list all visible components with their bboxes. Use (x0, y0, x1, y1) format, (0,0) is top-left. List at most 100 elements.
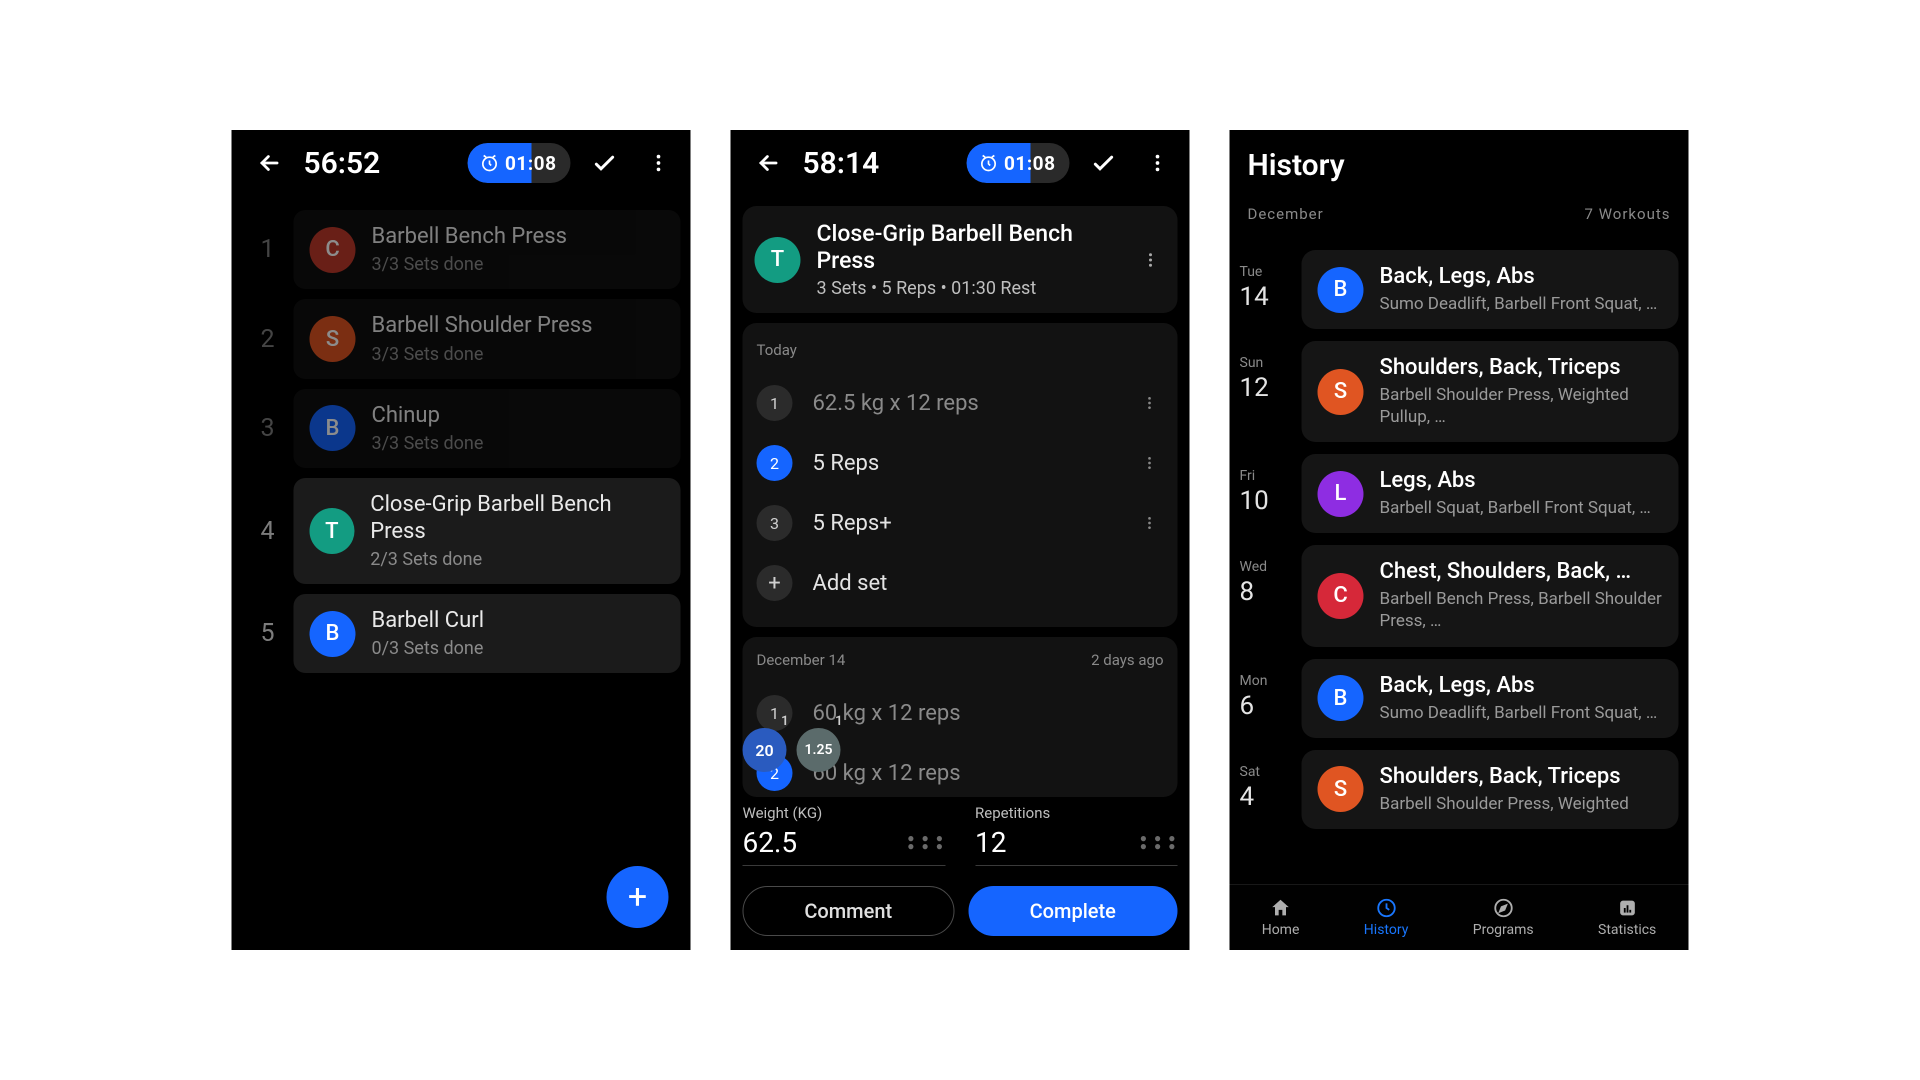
nav-programs[interactable]: Programs (1473, 897, 1534, 938)
overflow-icon[interactable] (1142, 455, 1164, 471)
add-exercise-fab[interactable]: + (607, 866, 669, 928)
history-row[interactable]: Mon 6 B Back, Legs, Abs Sumo Deadlift, B… (1240, 659, 1679, 738)
set-number-badge: 2 (757, 445, 793, 481)
workout-summary: Barbell Squat, Barbell Front Squat, … (1380, 497, 1663, 519)
elapsed-time: 56:52 (304, 146, 381, 181)
weight-input[interactable]: 62.5 (743, 826, 908, 859)
workout-count: 7 Workouts (1585, 205, 1671, 223)
exercise-avatar: T (755, 237, 801, 283)
complete-button[interactable]: Complete (968, 886, 1178, 936)
set-text: 5 Reps+ (813, 511, 1122, 536)
nav-history[interactable]: History (1364, 897, 1409, 938)
previous-sets-panel: December 14 2 days ago 1 60 kg x 12 reps… (743, 637, 1178, 797)
screen-history: History December 7 Workouts Tue 14 B Bac… (1230, 130, 1689, 950)
workout-summary: Barbell Bench Press, Barbell Shoulder Pr… (1380, 588, 1663, 632)
workout-summary: Sumo Deadlift, Barbell Front Squat, … (1380, 293, 1663, 315)
workout-avatar: B (1318, 675, 1364, 721)
workout-title: Shoulders, Back, Triceps (1380, 764, 1663, 789)
exercise-row[interactable]: 4 T Close-Grip Barbell Bench Press 2/3 S… (242, 478, 681, 584)
overflow-icon[interactable] (639, 143, 679, 183)
clock-icon (1375, 897, 1397, 919)
back-icon[interactable] (749, 143, 789, 183)
exercise-avatar: S (310, 316, 356, 362)
exercise-row[interactable]: 1 C Barbell Bench Press 3/3 Sets done (242, 210, 681, 289)
exercise-progress: 0/3 Sets done (372, 638, 485, 659)
nav-home-label: Home (1262, 922, 1300, 938)
history-row[interactable]: Sat 4 S Shoulders, Back, Triceps Barbell… (1240, 750, 1679, 829)
plate-chips: 12011.25 (743, 728, 841, 772)
set-row[interactable]: 2 5 Reps (755, 433, 1166, 493)
history-date: Tue 14 (1240, 250, 1302, 329)
overflow-icon[interactable] (1142, 515, 1164, 531)
page-title: History (1230, 130, 1689, 205)
rest-timer-value: 01:08 (505, 152, 556, 175)
nav-statistics[interactable]: Statistics (1598, 897, 1656, 938)
workout-avatar: L (1318, 471, 1364, 517)
chart-icon (1616, 897, 1638, 919)
exercise-progress: 3/3 Sets done (372, 344, 593, 365)
today-sets-panel: Today 1 62.5 kg x 12 reps 2 5 Reps 3 5 R… (743, 323, 1178, 627)
exercise-avatar: B (310, 611, 356, 657)
compass-icon (1492, 897, 1514, 919)
workout-summary: Sumo Deadlift, Barbell Front Squat, … (1380, 702, 1663, 724)
nav-history-label: History (1364, 922, 1409, 938)
set-row[interactable]: 3 5 Reps+ (755, 493, 1166, 553)
workout-summary: Barbell Shoulder Press, Weighted Pullup,… (1380, 384, 1663, 428)
reps-input[interactable]: 12 (975, 826, 1140, 859)
exercise-meta: 3 Sets • 5 Reps • 01:30 Rest (817, 278, 1126, 299)
history-row[interactable]: Tue 14 B Back, Legs, Abs Sumo Deadlift, … (1240, 250, 1679, 329)
overflow-icon[interactable] (1138, 143, 1178, 183)
nav-home[interactable]: Home (1262, 897, 1300, 938)
exercise-avatar: B (310, 405, 356, 451)
history-row[interactable]: Sun 12 S Shoulders, Back, Triceps Barbel… (1240, 341, 1679, 442)
exercise-index: 3 (242, 389, 294, 468)
topbar: 58:14 01:08 (731, 130, 1190, 196)
set-text: 60 kg x 12 reps (813, 761, 1164, 786)
reps-label: Repetitions (975, 804, 1178, 822)
screen-workout-list: 56:52 01:08 1 C Barbell Bench Press (232, 130, 691, 950)
history-date: Sun 12 (1240, 341, 1302, 442)
workout-avatar: C (1318, 573, 1364, 619)
exercise-name: Barbell Shoulder Press (372, 313, 593, 339)
plate-chip[interactable]: 120 (743, 728, 787, 772)
comment-button[interactable]: Comment (743, 886, 955, 936)
weight-label: Weight (KG) (743, 804, 946, 822)
set-number-badge: 1 (757, 385, 793, 421)
history-row[interactable]: Fri 10 L Legs, Abs Barbell Squat, Barbel… (1240, 454, 1679, 533)
exercise-row[interactable]: 3 B Chinup 3/3 Sets done (242, 389, 681, 468)
workout-title: Shoulders, Back, Triceps (1380, 355, 1663, 380)
workout-title: Back, Legs, Abs (1380, 673, 1663, 698)
set-text: 60 kg x 12 reps (813, 701, 1164, 726)
add-set-row[interactable]: + Add set (755, 553, 1166, 613)
exercise-avatar: C (310, 227, 356, 273)
done-icon[interactable] (1084, 143, 1124, 183)
exercise-name: Barbell Curl (372, 608, 485, 634)
drag-handle-icon[interactable]: ● ● ●● ● ● (1140, 835, 1178, 851)
workout-title: Back, Legs, Abs (1380, 264, 1663, 289)
done-icon[interactable] (585, 143, 625, 183)
plate-chip[interactable]: 11.25 (797, 728, 841, 772)
exercise-row[interactable]: 5 B Barbell Curl 0/3 Sets done (242, 594, 681, 673)
exercise-avatar: T (310, 508, 355, 554)
history-row[interactable]: Wed 8 C Chest, Shoulders, Back, … Barbel… (1240, 545, 1679, 646)
rest-timer-pill[interactable]: 01:08 (966, 143, 1069, 183)
overflow-icon[interactable] (1142, 251, 1166, 269)
set-number-badge: 3 (757, 505, 793, 541)
exercise-header-card[interactable]: T Close-Grip Barbell Bench Press 3 Sets … (743, 206, 1178, 313)
history-date: Mon 6 (1240, 659, 1302, 738)
rest-timer-pill[interactable]: 01:08 (467, 143, 570, 183)
history-date: Fri 10 (1240, 454, 1302, 533)
rest-timer-value: 01:08 (1004, 152, 1055, 175)
history-date: Wed 8 (1240, 545, 1302, 646)
exercise-index: 1 (242, 210, 294, 289)
history-date: Sat 4 (1240, 750, 1302, 829)
set-row[interactable]: 1 62.5 kg x 12 reps (755, 373, 1166, 433)
set-text: 62.5 kg x 12 reps (813, 391, 1122, 416)
back-icon[interactable] (250, 143, 290, 183)
exercise-row[interactable]: 2 S Barbell Shoulder Press 3/3 Sets done (242, 299, 681, 378)
overflow-icon[interactable] (1142, 395, 1164, 411)
drag-handle-icon[interactable]: ● ● ●● ● ● (907, 835, 945, 851)
elapsed-time: 58:14 (803, 146, 880, 181)
prev-ago-label: 2 days ago (1091, 651, 1163, 669)
section-today-label: Today (757, 341, 1164, 359)
